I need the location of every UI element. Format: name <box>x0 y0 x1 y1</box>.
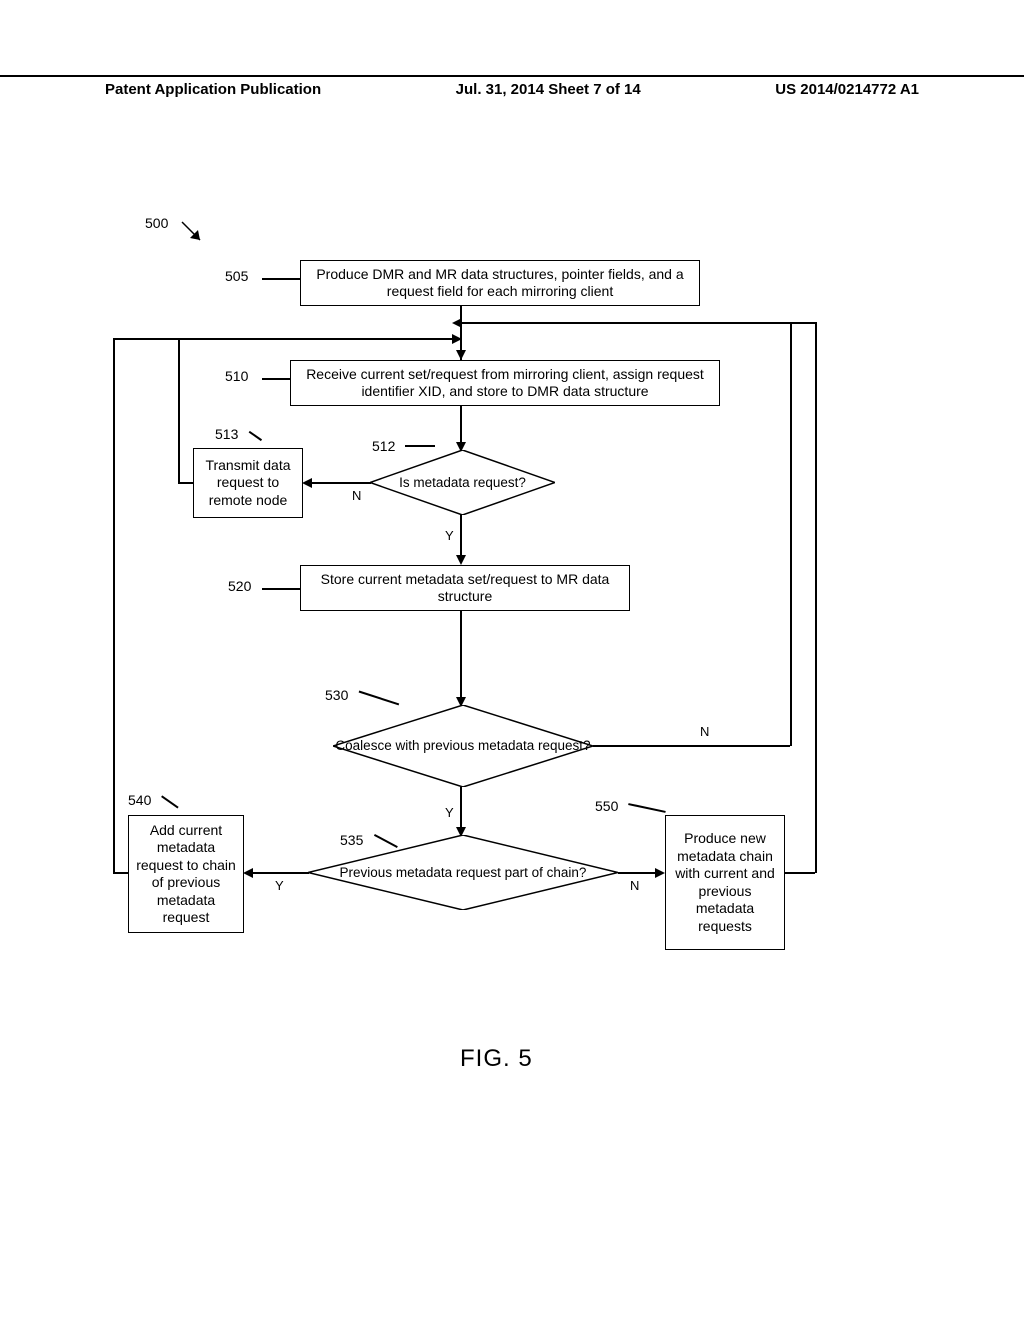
branch-n: N <box>352 488 361 503</box>
arrowhead-icon <box>655 868 665 878</box>
connector-icon <box>790 322 792 746</box>
header-mid: Jul. 31, 2014 Sheet 7 of 14 <box>456 81 641 98</box>
connector-icon <box>790 322 816 324</box>
branch-n: N <box>700 724 709 739</box>
connector-icon <box>113 338 179 340</box>
pointer-arrow-icon <box>180 220 210 250</box>
label-520: 520 <box>228 578 251 594</box>
box-520: Store current metadata set/request to MR… <box>300 565 630 611</box>
label-510: 510 <box>225 368 248 384</box>
figure-caption: FIG. 5 <box>460 1045 533 1073</box>
branch-y: Y <box>445 805 454 820</box>
leader-line-icon <box>262 588 300 590</box>
arrowhead-icon <box>452 334 462 344</box>
connector-icon <box>815 322 817 873</box>
connector-icon <box>252 872 309 874</box>
arrowhead-icon <box>302 478 312 488</box>
diamond-512: Is metadata request? <box>370 450 555 515</box>
page-header: Patent Application Publication Jul. 31, … <box>0 75 1024 98</box>
label-540: 540 <box>128 792 151 808</box>
box-510: Receive current set/request from mirrori… <box>290 360 720 406</box>
label-505: 505 <box>225 268 248 284</box>
label-550: 550 <box>595 798 618 814</box>
connector-icon <box>113 872 128 874</box>
connector-icon <box>785 872 815 874</box>
box-540: Add current metadata request to chain of… <box>128 815 244 933</box>
branch-y: Y <box>445 528 454 543</box>
diamond-512-text: Is metadata request? <box>370 474 555 490</box>
label-513: 513 <box>215 426 238 442</box>
connector-icon <box>178 482 193 484</box>
header-left: Patent Application Publication <box>0 81 321 98</box>
diamond-535-text: Previous metadata request part of chain? <box>308 864 618 880</box>
leader-line-icon <box>405 445 435 447</box>
diamond-530-text: Coalesce with previous metadata request? <box>333 738 593 754</box>
branch-n: N <box>630 878 639 893</box>
connector-icon <box>113 338 115 873</box>
connector-icon <box>460 322 790 324</box>
leader-line-icon <box>262 278 300 280</box>
arrowhead-icon <box>456 555 466 565</box>
connector-icon <box>178 338 460 340</box>
label-512: 512 <box>372 438 395 454</box>
label-530: 530 <box>325 687 348 703</box>
label-535: 535 <box>340 832 363 848</box>
arrowhead-icon <box>456 350 466 360</box>
diamond-530: Coalesce with previous metadata request? <box>333 705 593 787</box>
label-500: 500 <box>145 215 168 231</box>
leader-line-icon <box>359 691 399 705</box>
leader-line-icon <box>249 431 262 441</box>
connector-icon <box>311 482 371 484</box>
box-550: Produce new metadata chain with current … <box>665 815 785 950</box>
arrowhead-icon <box>243 868 253 878</box>
leader-line-icon <box>161 795 178 808</box>
flowchart-diagram: 500 Produce DMR and MR data structures, … <box>0 210 1024 1110</box>
connector-icon <box>178 338 180 483</box>
box-513: Transmit data request to remote node <box>193 448 303 518</box>
arrowhead-icon <box>452 318 462 328</box>
leader-line-icon <box>628 803 665 812</box>
header-right: US 2014/0214772 A1 <box>775 81 1024 98</box>
box-505: Produce DMR and MR data structures, poin… <box>300 260 700 306</box>
branch-y: Y <box>275 878 284 893</box>
leader-line-icon <box>262 378 290 380</box>
connector-icon <box>593 745 790 747</box>
connector-icon <box>460 611 462 705</box>
